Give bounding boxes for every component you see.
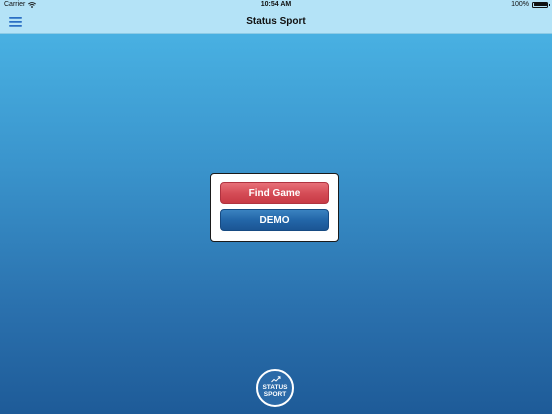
- logo-text-line2: SPORT: [263, 391, 287, 398]
- navigation-bar: Status Sport: [0, 11, 552, 34]
- battery-percent: 100%: [511, 1, 529, 8]
- find-game-button[interactable]: Find Game: [220, 182, 329, 204]
- action-panel: Find Game DEMO: [210, 173, 339, 242]
- battery-fill: [533, 3, 547, 6]
- app-screen: Carrier 10:54 AM 100% Status Sport Find …: [0, 0, 552, 414]
- status-bar: Carrier 10:54 AM 100%: [0, 0, 552, 11]
- status-time: 10:54 AM: [260, 1, 292, 8]
- logo-text-line1: STATUS: [262, 384, 288, 391]
- battery-icon: [532, 1, 550, 8]
- demo-button[interactable]: DEMO: [220, 209, 329, 231]
- trend-line-icon: [271, 376, 281, 383]
- status-sport-logo: STATUS SPORT: [256, 369, 294, 407]
- status-battery: 100%: [511, 1, 550, 8]
- page-title: Status Sport: [246, 16, 306, 27]
